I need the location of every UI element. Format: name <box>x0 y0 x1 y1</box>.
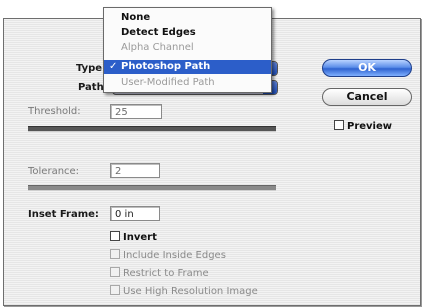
menu-item-photoshop-path[interactable]: ✓ Photoshop Path <box>104 60 271 74</box>
restrict-to-frame-label: Restrict to Frame <box>123 268 209 279</box>
restrict-to-frame-checkbox[interactable]: Restrict to Frame <box>110 267 209 279</box>
checkbox-box <box>334 120 344 130</box>
high-res-label: Use High Resolution Image <box>123 286 258 297</box>
menu-item-user-modified-path: User-Modified Path <box>104 76 271 90</box>
checkbox-box <box>110 285 120 295</box>
inset-frame-field[interactable]: 0 in <box>110 206 160 221</box>
menu-item-label: Alpha Channel <box>121 42 194 53</box>
ok-button[interactable]: OK <box>322 59 412 77</box>
type-label: Type: <box>76 63 107 74</box>
high-res-checkbox[interactable]: Use High Resolution Image <box>110 285 258 297</box>
checkbox-box <box>110 231 120 241</box>
threshold-field[interactable]: 25 <box>110 104 162 119</box>
menu-item-detect-edges[interactable]: Detect Edges <box>104 26 271 40</box>
checkbox-box <box>110 249 120 259</box>
tolerance-field[interactable]: 2 <box>110 163 160 178</box>
menu-item-label: None <box>121 12 151 23</box>
preview-label: Preview <box>347 121 393 132</box>
include-inside-edges-checkbox[interactable]: Include Inside Edges <box>110 249 226 261</box>
invert-label: Invert <box>123 232 157 243</box>
threshold-slider[interactable] <box>28 126 276 132</box>
invert-checkbox[interactable]: Invert <box>110 231 157 243</box>
inset-frame-label: Inset Frame: <box>28 209 99 220</box>
menu-item-none[interactable]: None <box>104 11 271 25</box>
tolerance-slider[interactable] <box>28 185 276 191</box>
tolerance-label: Tolerance: <box>28 166 80 177</box>
checkmark-icon: ✓ <box>109 61 118 72</box>
type-popup-menu: None Detect Edges Alpha Channel ✓ Photos… <box>103 7 272 93</box>
menu-item-label: User-Modified Path <box>121 77 215 88</box>
include-inside-edges-label: Include Inside Edges <box>123 250 226 261</box>
checkbox-box <box>110 267 120 277</box>
threshold-label: Threshold: <box>28 106 81 117</box>
menu-item-label: Photoshop Path <box>121 61 211 72</box>
preview-checkbox[interactable]: Preview <box>334 120 392 132</box>
cancel-button[interactable]: Cancel <box>322 88 412 106</box>
menu-item-alpha-channel: Alpha Channel <box>104 41 271 55</box>
menu-item-label: Detect Edges <box>121 27 196 38</box>
